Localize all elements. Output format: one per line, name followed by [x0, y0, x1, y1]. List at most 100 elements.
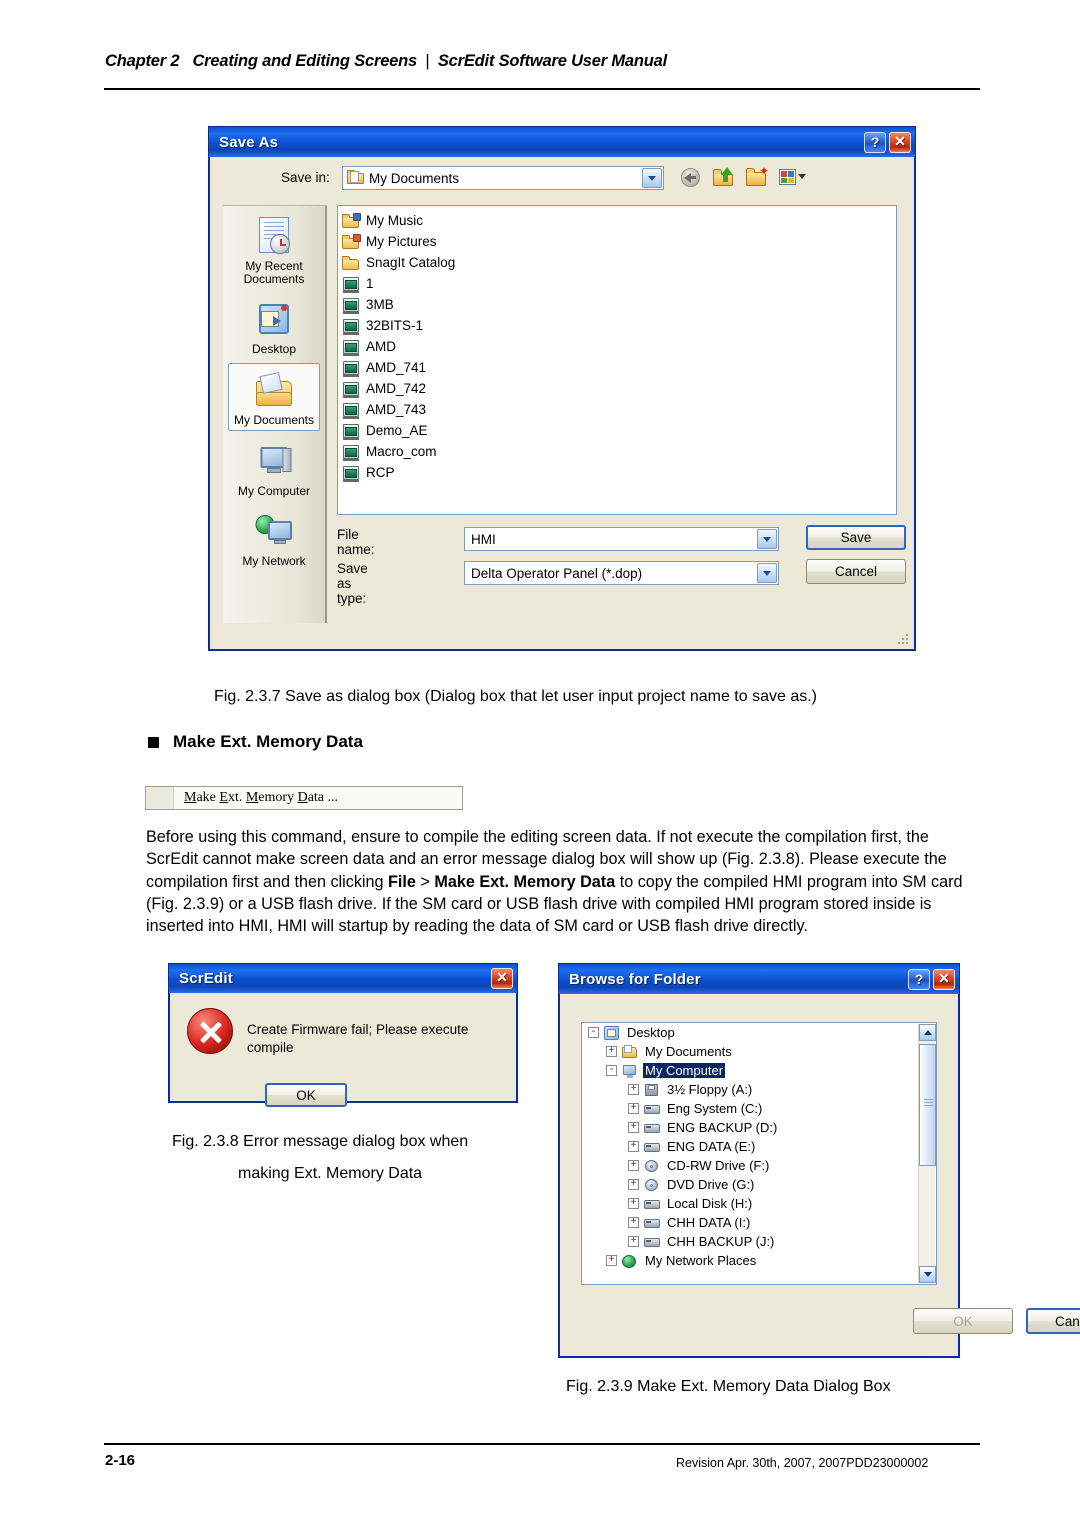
- tree-item-chh-data-i[interactable]: + CHH DATA (I:): [582, 1213, 936, 1232]
- ok-button[interactable]: OK: [265, 1083, 347, 1107]
- expand-icon[interactable]: +: [628, 1084, 639, 1095]
- file-name: Demo_AE: [366, 423, 428, 438]
- tree-item-eng-backup-d[interactable]: + ENG BACKUP (D:): [582, 1118, 936, 1137]
- expand-icon[interactable]: +: [628, 1122, 639, 1133]
- expand-icon[interactable]: +: [606, 1046, 617, 1057]
- place-my-documents[interactable]: My Documents: [228, 363, 320, 431]
- browse-title: Browse for Folder: [569, 970, 701, 988]
- help-glyph: ?: [914, 971, 924, 987]
- save-as-type-value: Delta Operator Panel (*.dop): [471, 565, 643, 581]
- list-item[interactable]: AMD: [342, 336, 894, 357]
- list-item[interactable]: SnagIt Catalog: [342, 252, 894, 273]
- body-text-command: Make Ext. Memory Data: [434, 872, 616, 891]
- tree-item-desktop[interactable]: - Desktop: [582, 1023, 936, 1042]
- expand-icon[interactable]: +: [628, 1141, 639, 1152]
- save-in-dropdown[interactable]: My Documents: [342, 166, 664, 190]
- save-in-label: Save in:: [281, 170, 330, 185]
- folder-icon: [342, 255, 361, 271]
- tree-scrollbar[interactable]: [918, 1024, 936, 1283]
- resize-grip[interactable]: [898, 634, 910, 646]
- file-name-input[interactable]: HMI: [464, 527, 779, 551]
- tree-item-my-computer[interactable]: - My Computer: [582, 1061, 936, 1080]
- project-file-icon: [342, 381, 361, 398]
- close-icon[interactable]: ✕: [933, 968, 955, 990]
- place-my-computer[interactable]: My Computer: [228, 435, 320, 501]
- desktop-icon: [230, 297, 318, 341]
- list-item[interactable]: 32BITS-1: [342, 315, 894, 336]
- cancel-button[interactable]: Cancel: [1026, 1308, 1080, 1334]
- save-as-type-dropdown[interactable]: Delta Operator Panel (*.dop): [464, 561, 779, 585]
- close-icon[interactable]: ✕: [889, 131, 911, 153]
- browse-titlebar: Browse for Folder ? ✕: [559, 964, 959, 994]
- tree-item-dvd-drive-g[interactable]: + DVD Drive (G:): [582, 1175, 936, 1194]
- scroll-down-icon[interactable]: [919, 1266, 936, 1283]
- tree-item-my-documents[interactable]: + My Documents: [582, 1042, 936, 1061]
- close-glyph: ✕: [894, 132, 906, 149]
- file-name: 1: [366, 276, 374, 291]
- save-as-type-label: Save as type:: [337, 561, 368, 606]
- collapse-icon[interactable]: -: [588, 1027, 599, 1038]
- help-icon[interactable]: ?: [864, 131, 886, 153]
- expand-icon[interactable]: +: [628, 1103, 639, 1114]
- expand-icon[interactable]: +: [628, 1160, 639, 1171]
- header-title: Creating and Editing Screens: [192, 52, 417, 70]
- menu-item-make-ext-memory-data[interactable]: Make Ext. Memory Data ...: [145, 786, 463, 810]
- ok-button[interactable]: OK: [913, 1308, 1013, 1334]
- back-icon[interactable]: [679, 165, 703, 189]
- list-item[interactable]: AMD_743: [342, 399, 894, 420]
- place-label: My Documents: [233, 413, 315, 427]
- network-icon: [621, 1253, 639, 1269]
- my-documents-icon: [621, 1044, 639, 1060]
- list-item[interactable]: Demo_AE: [342, 420, 894, 441]
- list-item[interactable]: My Music: [342, 210, 894, 231]
- tree-item-eng-system-c[interactable]: + Eng System (C:): [582, 1099, 936, 1118]
- place-my-recent-documents[interactable]: My Recent Documents: [228, 210, 320, 289]
- new-folder-icon[interactable]: ✦: [745, 165, 769, 189]
- list-item[interactable]: Macro_com: [342, 441, 894, 462]
- project-file-icon: [342, 318, 361, 335]
- tree-item-cdrw-drive-f[interactable]: + CD-RW Drive (F:): [582, 1156, 936, 1175]
- save-as-dialog: Save As ? ✕ Save in: My Documents ✦ My R…: [208, 126, 916, 651]
- list-item[interactable]: My Pictures: [342, 231, 894, 252]
- list-item[interactable]: RCP: [342, 462, 894, 483]
- scrollbar-thumb[interactable]: [919, 1044, 936, 1166]
- folder-tree[interactable]: - Desktop + My Documents - My Computer +…: [581, 1022, 937, 1285]
- list-item[interactable]: AMD_742: [342, 378, 894, 399]
- place-label: My Computer: [237, 484, 311, 498]
- list-item[interactable]: AMD_741: [342, 357, 894, 378]
- file-list[interactable]: My Music My Pictures SnagIt Catalog 1 3M…: [337, 205, 897, 515]
- project-file-icon: [342, 465, 361, 482]
- place-desktop[interactable]: Desktop: [228, 293, 320, 359]
- expand-icon[interactable]: +: [628, 1217, 639, 1228]
- tree-item-floppy-a[interactable]: + 3½ Floppy (A:): [582, 1080, 936, 1099]
- file-name: My Pictures: [366, 234, 437, 249]
- expand-icon[interactable]: +: [628, 1236, 639, 1247]
- expand-icon[interactable]: +: [628, 1198, 639, 1209]
- collapse-icon[interactable]: -: [606, 1065, 617, 1076]
- list-item[interactable]: 3MB: [342, 294, 894, 315]
- save-as-toolbar: ✦: [679, 165, 806, 189]
- file-name-label: File name:: [337, 527, 375, 557]
- tree-item-my-network-places[interactable]: + My Network Places: [582, 1251, 936, 1270]
- views-icon[interactable]: [778, 165, 806, 189]
- desktop-icon: [603, 1025, 621, 1041]
- close-icon[interactable]: ✕: [491, 968, 513, 989]
- place-my-network[interactable]: My Network: [228, 505, 320, 571]
- list-item[interactable]: 1: [342, 273, 894, 294]
- chevron-down-icon[interactable]: [757, 529, 777, 549]
- expand-icon[interactable]: +: [628, 1179, 639, 1190]
- tree-item-local-disk-h[interactable]: + Local Disk (H:): [582, 1194, 936, 1213]
- scroll-up-icon[interactable]: [919, 1024, 936, 1041]
- file-name: AMD: [366, 339, 396, 354]
- help-icon[interactable]: ?: [908, 968, 930, 990]
- tree-item-eng-data-e[interactable]: + ENG DATA (E:): [582, 1137, 936, 1156]
- cancel-button[interactable]: Cancel: [806, 559, 906, 584]
- my-documents-folder-icon: [347, 170, 364, 184]
- save-as-titlebar: Save As ? ✕: [209, 127, 915, 157]
- chevron-down-icon[interactable]: [642, 168, 662, 188]
- tree-item-chh-backup-j[interactable]: + CHH BACKUP (J:): [582, 1232, 936, 1251]
- save-button[interactable]: Save: [806, 525, 906, 550]
- chevron-down-icon[interactable]: [757, 563, 777, 583]
- up-one-level-icon[interactable]: [712, 165, 736, 189]
- expand-icon[interactable]: +: [606, 1255, 617, 1266]
